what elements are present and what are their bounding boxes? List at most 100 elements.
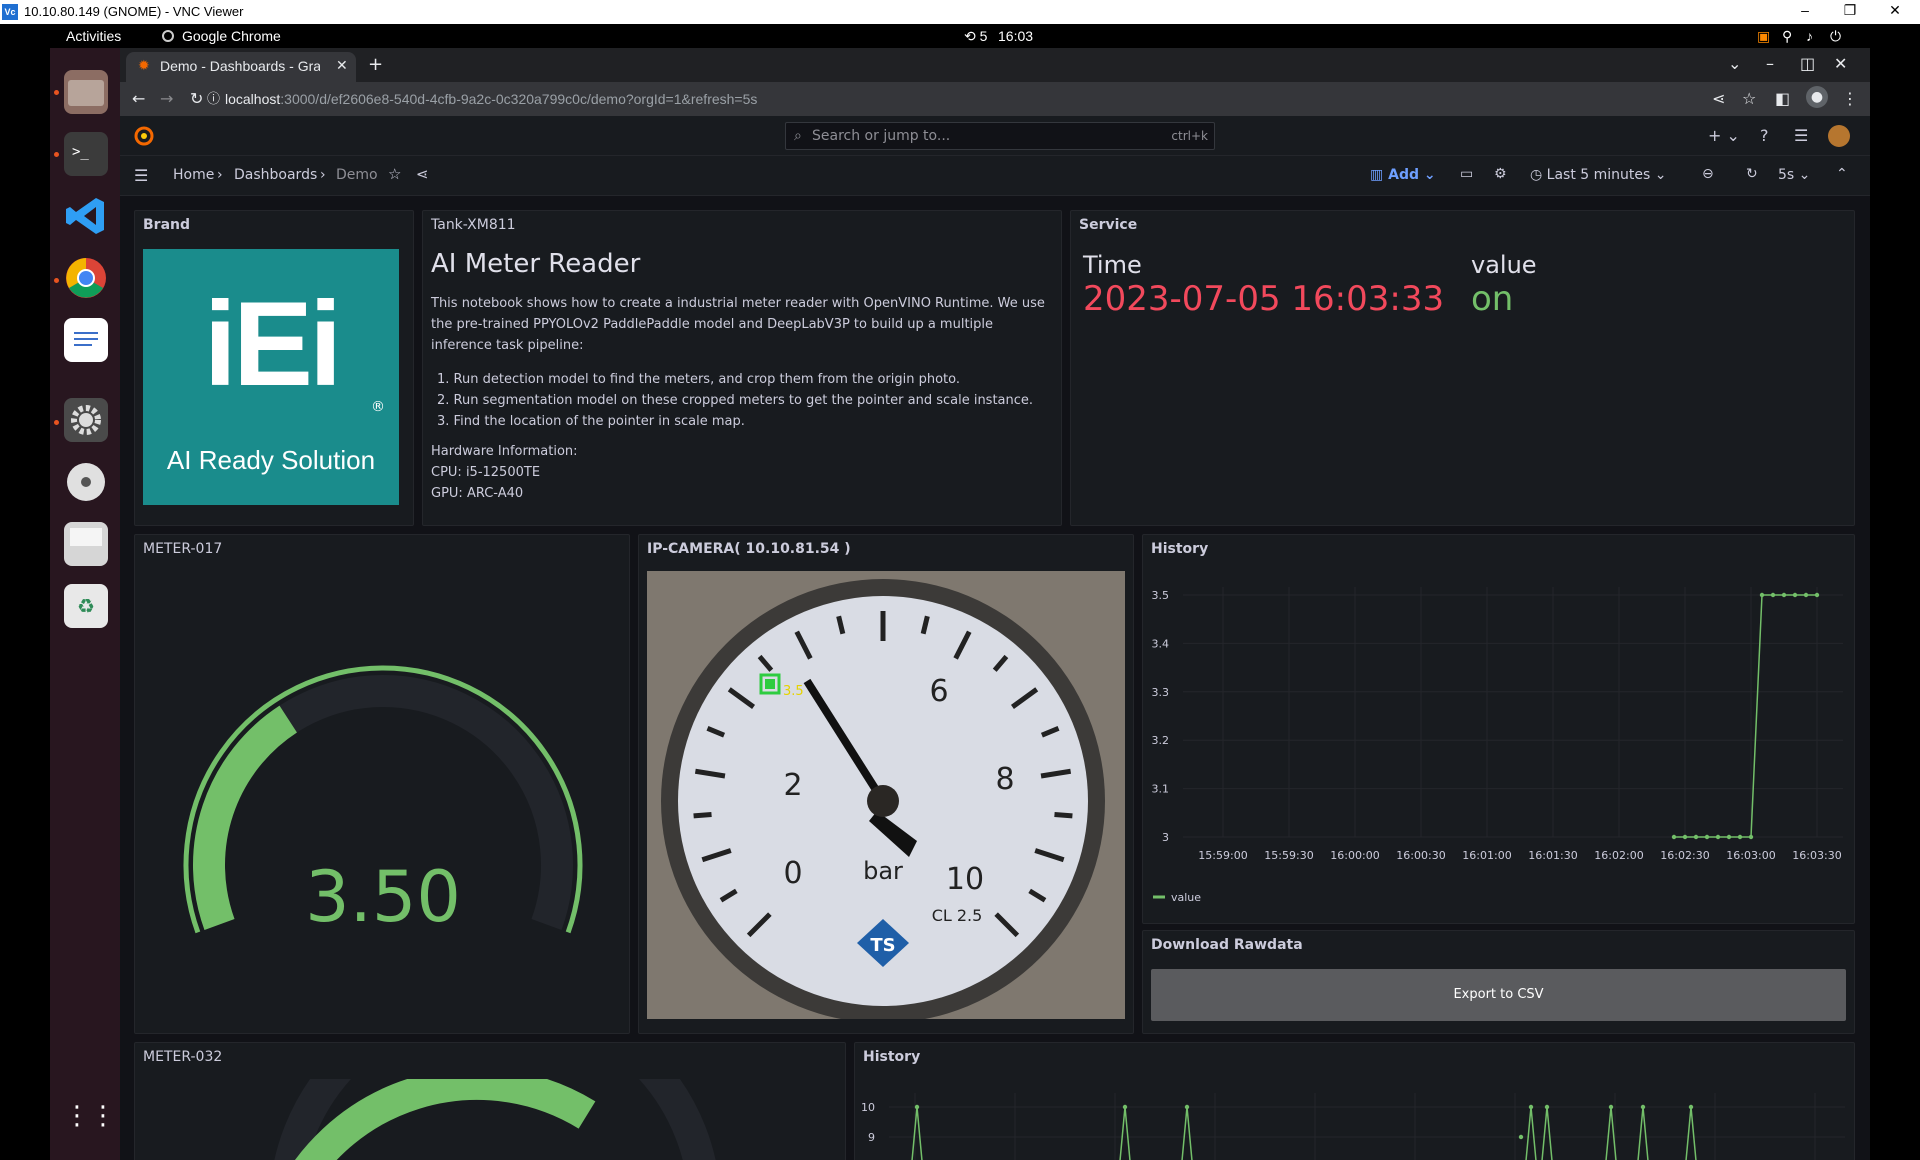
close-tab-icon[interactable]: ✕ — [336, 57, 348, 74]
x-tick-label: 16:00:30 — [1396, 849, 1445, 862]
reload-icon[interactable]: ↻ — [190, 89, 203, 108]
new-tab-icon[interactable]: + — [368, 54, 383, 75]
x-tick-label: 16:01:00 — [1462, 849, 1511, 862]
terminal-icon[interactable]: >_ — [64, 132, 108, 176]
trash-icon[interactable]: ♻ — [64, 584, 108, 628]
panel-title: Download Rawdata — [1151, 937, 1303, 953]
share-dashboard-icon[interactable]: ⋖ — [416, 165, 429, 183]
settings-icon[interactable] — [64, 398, 108, 442]
menu-toggle-icon[interactable]: ☰ — [134, 166, 148, 185]
y-tick-label: 3.2 — [1152, 734, 1170, 747]
export-csv-button[interactable]: Export to CSV — [1151, 969, 1846, 1021]
time-value: 2023-07-05 16:03:33 — [1083, 279, 1445, 319]
gnome-top-bar: Activities Google Chrome ⟲ 5 16:03 ▣ ⚲ ♪… — [50, 24, 1870, 48]
side-panel-icon[interactable]: ◧ — [1775, 89, 1790, 108]
favorite-star-icon[interactable]: ☆ — [388, 165, 401, 183]
chrome-close-icon[interactable]: ✕ — [1834, 54, 1847, 73]
data-point — [1792, 592, 1798, 598]
workspace-indicator[interactable]: ⟲ 5 — [964, 28, 987, 45]
data-point — [1737, 834, 1743, 840]
breadcrumb-separator: › — [320, 167, 326, 183]
forward-icon[interactable]: → — [160, 89, 173, 108]
back-icon[interactable]: ← — [132, 89, 145, 108]
dashboard-settings-icon[interactable]: ⚙ — [1494, 166, 1507, 182]
floppy-drive-icon[interactable] — [64, 522, 108, 566]
time-range-label: Last 5 minutes — [1546, 167, 1651, 183]
chrome-menu-icon[interactable]: ⋮ — [1842, 89, 1858, 108]
x-tick-label: 15:59:00 — [1198, 849, 1247, 862]
activities-button[interactable]: Activities — [66, 28, 121, 44]
gauge-017: 3.50 — [183, 665, 583, 938]
files-icon[interactable] — [64, 70, 108, 114]
list-item: 2. Run segmentation model on these cropp… — [437, 393, 1034, 408]
volume-icon[interactable]: ♪ — [1806, 28, 1813, 44]
network-icon[interactable]: ⚲ — [1782, 28, 1792, 45]
grafana-logo-icon[interactable] — [134, 126, 154, 146]
help-icon[interactable]: ? — [1760, 126, 1769, 145]
bookmark-star-icon[interactable]: ☆ — [1742, 89, 1756, 108]
tab-title: Demo - Dashboards - Graf — [160, 58, 320, 74]
refresh-icon[interactable]: ↻ — [1746, 166, 1758, 182]
search-input[interactable]: ⌕ Search or jump to... ctrl+k — [785, 122, 1215, 150]
series-line — [1541, 1106, 1553, 1160]
vnc-titlebar: Vc 10.10.80.149 (GNOME) - VNC Viewer – ❐… — [0, 0, 1920, 24]
tab-search-icon[interactable]: ⌄ — [1728, 54, 1741, 73]
focused-app-label[interactable]: Google Chrome — [182, 28, 281, 44]
iei-logo: iEi ® AI Ready Solution — [143, 249, 399, 505]
site-info-icon[interactable]: ⓘ — [207, 85, 220, 113]
data-point — [1726, 834, 1732, 840]
news-icon[interactable]: ☰ — [1794, 126, 1808, 145]
save-dashboard-icon[interactable]: ▭ — [1460, 166, 1473, 182]
series-line — [1181, 1106, 1193, 1160]
detection-marker — [765, 679, 775, 689]
data-point — [1748, 834, 1754, 840]
new-menu-icon[interactable]: + ⌄ — [1708, 126, 1740, 145]
data-point — [1608, 1104, 1614, 1110]
chrome-app-icon — [162, 30, 174, 42]
add-button[interactable]: ▥ Add ⌄ — [1370, 167, 1436, 183]
series-line — [1605, 1106, 1617, 1160]
show-apps-icon[interactable]: ⋮⋮⋮ — [64, 1094, 142, 1138]
close-window-button[interactable]: ✕ — [1875, 2, 1915, 19]
user-avatar[interactable] — [1828, 125, 1850, 147]
screen-share-icon[interactable]: ▣ — [1757, 28, 1770, 45]
time-picker[interactable]: ◷ Last 5 minutes ⌄ — [1530, 167, 1667, 183]
tab-grafana[interactable]: ✹ Demo - Dashboards - Graf ✕ — [126, 52, 356, 82]
x-tick-label: 16:02:00 — [1594, 849, 1643, 862]
y-tick-label: 10 — [861, 1101, 875, 1114]
cpu-info: CPU: i5-12500TE — [431, 465, 541, 480]
history-chart-2: 10 9 — [861, 1093, 1845, 1160]
x-tick-label: 15:59:30 — [1264, 849, 1313, 862]
share-icon[interactable]: ⋖ — [1712, 89, 1725, 108]
zoom-out-icon[interactable]: ⊖ — [1702, 166, 1714, 182]
search-shortcut: ctrl+k — [1171, 129, 1208, 143]
vscode-icon[interactable] — [64, 194, 108, 238]
running-indicator — [54, 278, 59, 283]
breadcrumb-dashboards[interactable]: Dashboards — [234, 167, 317, 183]
chrome-restore-icon[interactable]: ◫ — [1800, 54, 1815, 73]
minimize-window-button[interactable]: – — [1785, 2, 1825, 18]
refresh-interval-picker[interactable]: 5s ⌄ — [1778, 167, 1810, 183]
data-point — [1688, 1104, 1694, 1110]
data-point — [1640, 1104, 1646, 1110]
disc-icon[interactable] — [64, 460, 108, 504]
history-chart: 3 3.1 3.2 3.3 3.4 3.5 15:59:00 15:59:30 16:00:00… — [1152, 587, 1843, 904]
window-title: 10.10.80.149 (GNOME) - VNC Viewer — [24, 4, 244, 19]
power-icon[interactable]: ⏻ — [1830, 28, 1841, 45]
grafana-topbar: ⌕ Search or jump to... ctrl+k + ⌄ ? ☰ — [120, 116, 1870, 156]
data-point — [1704, 834, 1710, 840]
clock[interactable]: 16:03 — [998, 28, 1033, 44]
chrome-icon[interactable] — [64, 256, 108, 300]
brand-panel: Brand iEi ® AI Ready Solution — [134, 210, 414, 526]
profile-avatar[interactable]: ● — [1806, 86, 1828, 108]
chrome-minimize-icon[interactable]: – — [1766, 54, 1774, 73]
restore-window-button[interactable]: ❐ — [1830, 2, 1870, 19]
url-path: :3000/d/ef2606e8-540d-4cfb-9a2c-0c320a79… — [280, 91, 758, 107]
text-editor-icon[interactable] — [64, 318, 108, 362]
collapse-toolbar-icon[interactable]: ⌃ — [1836, 166, 1848, 182]
dial-unit: bar — [863, 857, 903, 885]
address-bar[interactable]: ⓘ localhost:3000/d/ef2606e8-540d-4cfb-9a… — [207, 85, 1745, 113]
data-point — [1770, 592, 1776, 598]
screen-margin — [1870, 48, 1920, 1160]
breadcrumb-home[interactable]: Home — [173, 167, 214, 183]
